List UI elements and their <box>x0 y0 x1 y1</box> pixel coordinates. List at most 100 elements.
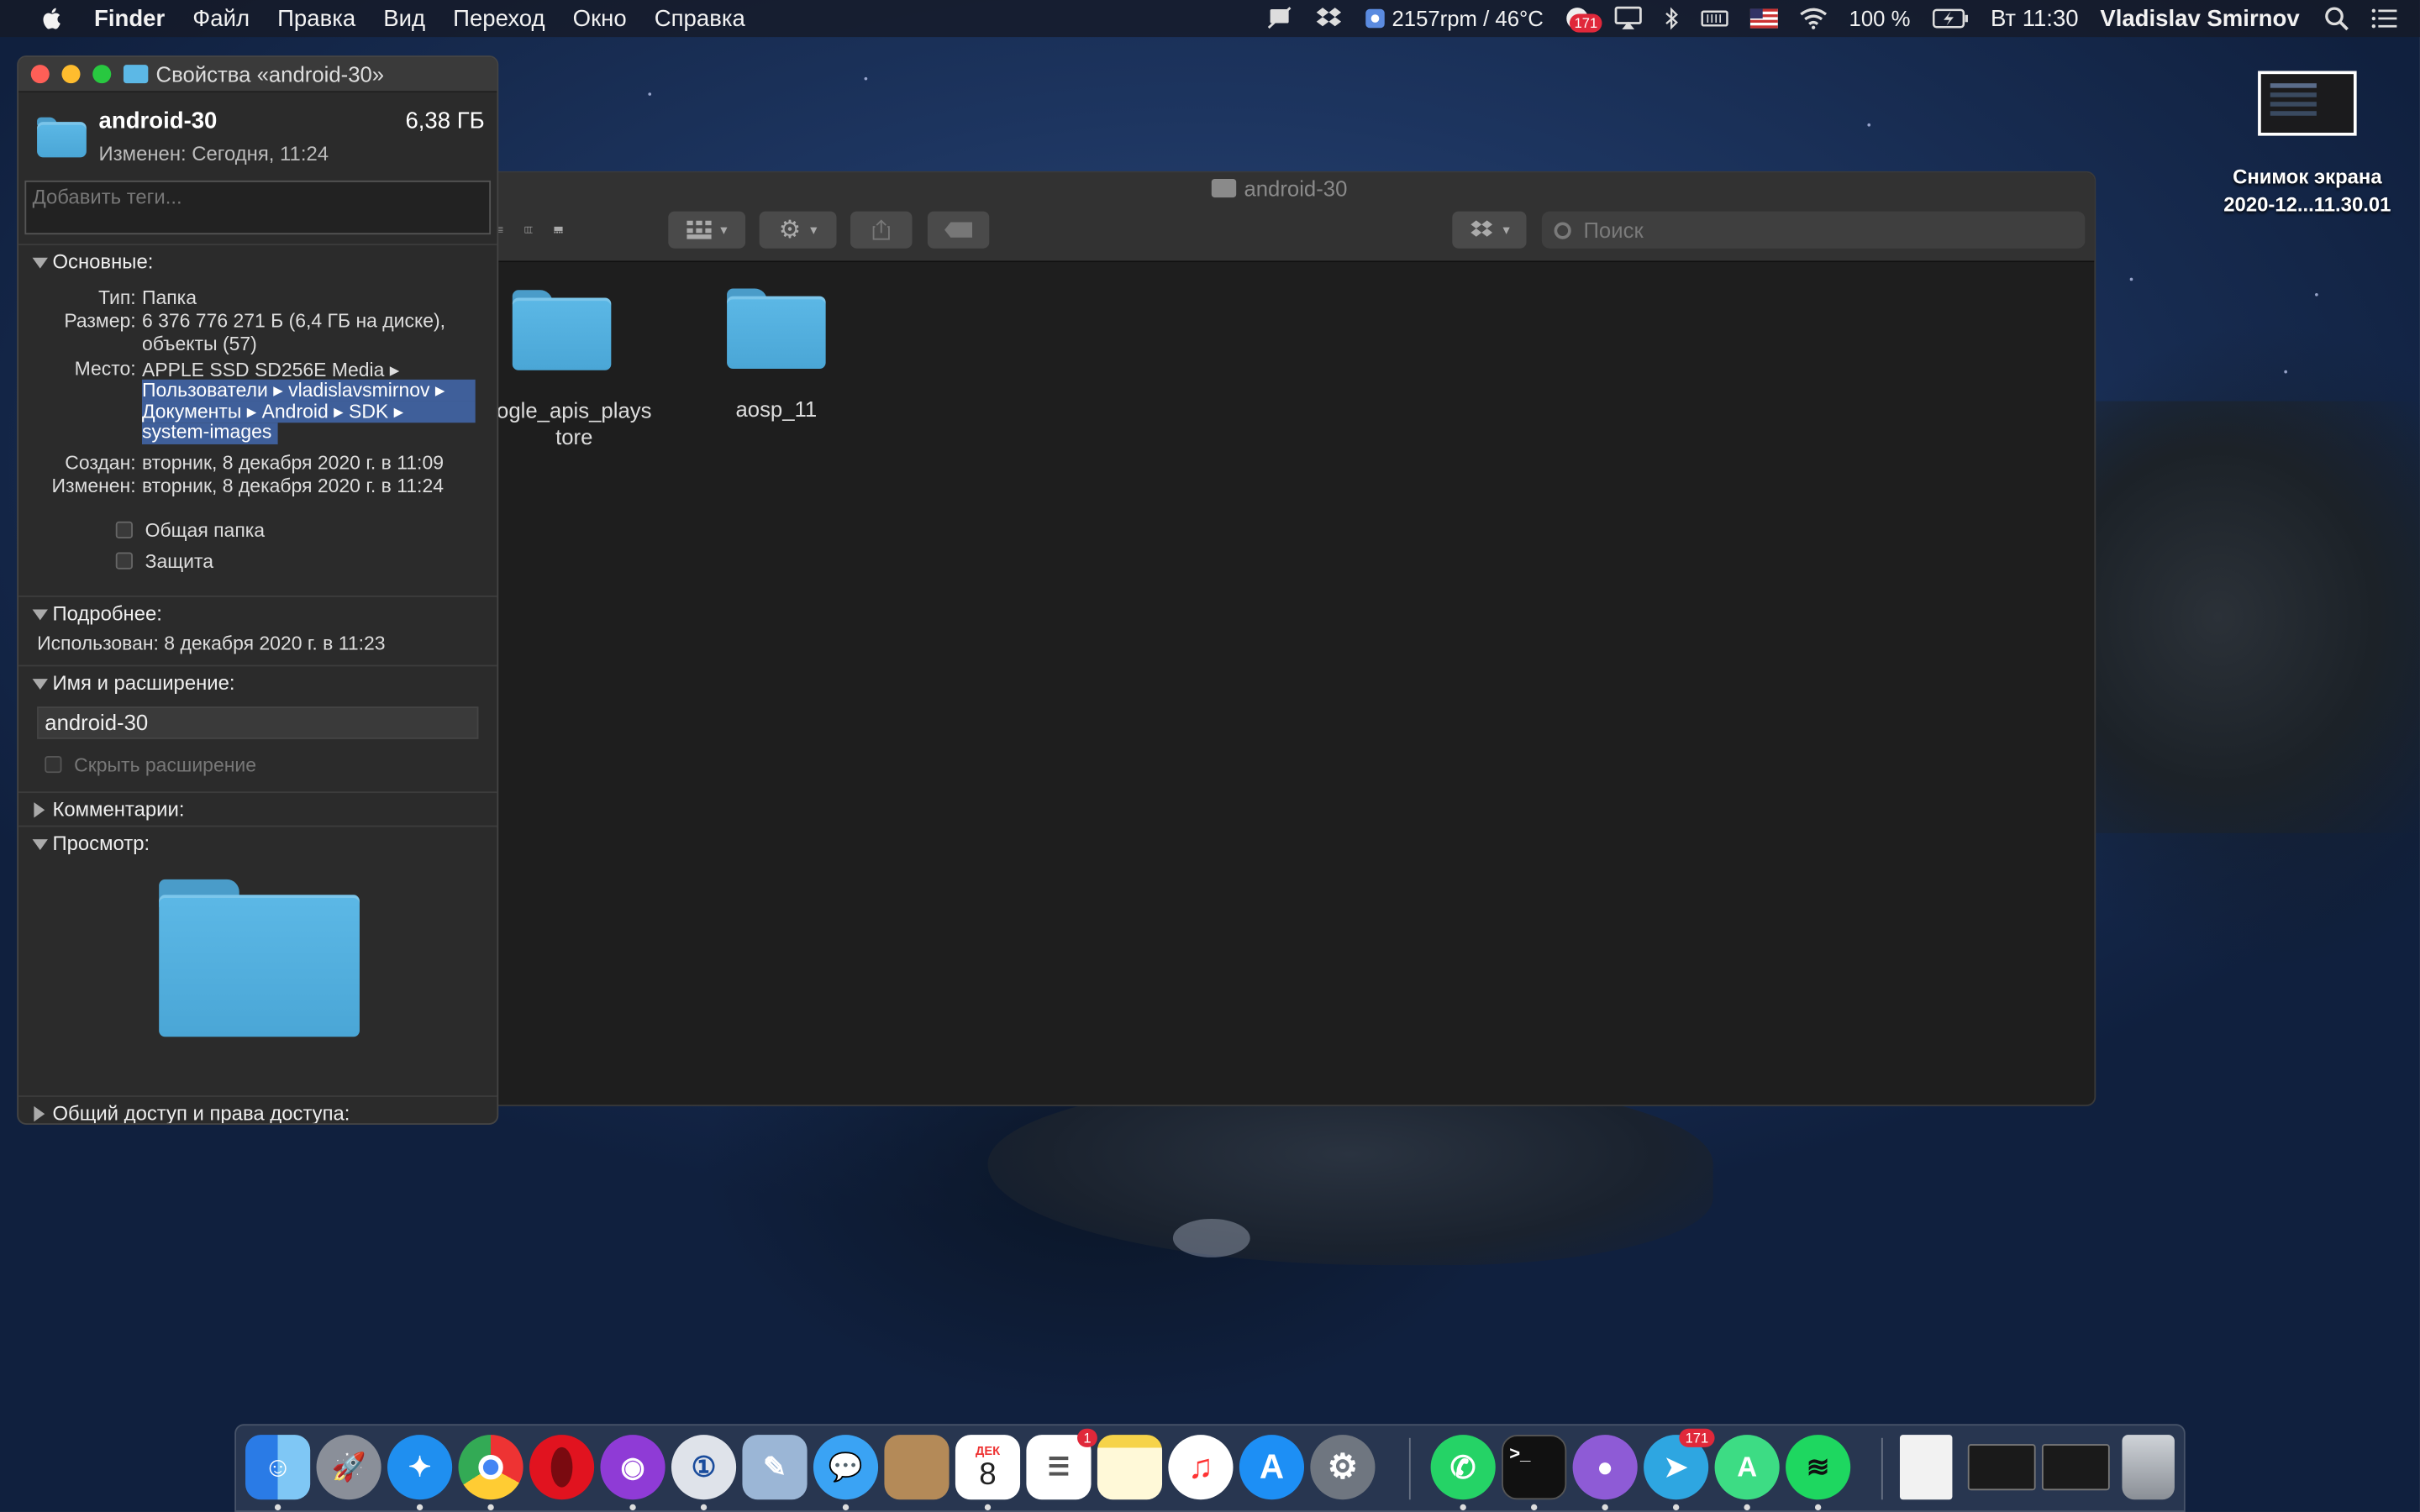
whatsapp-icon[interactable]: ✆ <box>1430 1435 1496 1500</box>
apple-icon[interactable] <box>34 6 67 30</box>
comments-section-header[interactable]: Комментарии: <box>18 793 497 827</box>
size-value: 6 376 776 271 Б (6,4 ГБ на диске), <box>141 310 446 332</box>
minimize-button[interactable] <box>61 65 81 84</box>
calendar-day: 8 <box>979 1457 997 1492</box>
section-title: Общий доступ и права доступа: <box>52 1101 350 1125</box>
podcasts-icon[interactable]: ◉ <box>600 1435 666 1500</box>
name-extension-section-header[interactable]: Имя и расширение: <box>18 666 497 700</box>
where-path-selection[interactable]: Пользователи ▸ vladislavsmirnov ▸ Докуме… <box>141 378 476 444</box>
reminders-icon[interactable]: ☰ 1 <box>1026 1428 1097 1500</box>
name-field[interactable]: android-30 <box>37 706 479 739</box>
dock-separator <box>1408 1437 1411 1500</box>
type-value: Папка <box>141 286 197 309</box>
menu-edit[interactable]: Правка <box>277 5 355 31</box>
menu-app-finder[interactable]: Finder <box>94 5 165 31</box>
running-indicator <box>700 1504 708 1511</box>
messages-icon[interactable]: 💬 <box>813 1435 879 1500</box>
folder-preview-icon <box>159 879 360 1037</box>
clock[interactable]: Вт 11:30 <box>1991 5 2079 31</box>
screenshot-icon[interactable] <box>1967 1444 2036 1491</box>
locked-checkbox[interactable] <box>115 552 133 570</box>
preview-section-header[interactable]: Просмотр: <box>18 827 497 860</box>
music-icon[interactable]: ♫ <box>1168 1435 1234 1500</box>
folder-icon <box>727 288 826 369</box>
us-flag-icon[interactable] <box>1749 6 1779 30</box>
notifications-off-icon[interactable] <box>1265 6 1293 30</box>
more-info-section: Подробнее: Использован: 8 декабря 2020 г… <box>18 595 497 665</box>
tags-input[interactable]: Добавить теги... <box>24 180 492 235</box>
chrome-icon[interactable] <box>458 1435 523 1500</box>
document-icon[interactable] <box>1899 1435 1953 1500</box>
menu-view[interactable]: Вид <box>383 5 425 31</box>
preview-icon[interactable]: ✎ <box>742 1435 808 1500</box>
gallery-view-icon[interactable] <box>555 221 564 239</box>
folder-icon <box>123 65 149 84</box>
1password-icon[interactable]: ① <box>671 1435 737 1500</box>
shared-folder-checkbox[interactable] <box>115 521 133 539</box>
hide-extension-row[interactable]: Скрыть расширение <box>45 754 256 776</box>
finder-window: android-30 ▾ ⚙ ▾ ▾ Поиск ogle_apis_plays… <box>463 171 2096 1106</box>
telegram-icon[interactable]: ➤ 171 <box>1644 1428 1715 1500</box>
sharing-section-header[interactable]: Общий доступ и права доступа: <box>18 1097 497 1125</box>
group-by-button[interactable]: ▾ <box>668 211 746 249</box>
share-button[interactable] <box>850 211 913 249</box>
shared-folder-checkbox-row[interactable]: Общая папка <box>115 520 265 542</box>
hide-extension-checkbox[interactable] <box>45 755 62 774</box>
running-indicator <box>416 1504 424 1511</box>
battery-percent[interactable]: 100 % <box>1849 6 1911 30</box>
appstore-icon[interactable]: A <box>1239 1435 1305 1500</box>
zoom-button[interactable] <box>92 65 112 84</box>
battery-charging-icon[interactable] <box>1932 6 1969 30</box>
airplay-icon[interactable] <box>1614 6 1642 30</box>
contacts-icon[interactable] <box>884 1435 950 1500</box>
android-studio-icon[interactable]: A <box>1714 1435 1780 1500</box>
trash-icon[interactable] <box>2122 1435 2175 1500</box>
tags-button[interactable] <box>927 211 990 249</box>
menu-file[interactable]: Файл <box>192 5 250 31</box>
chevron-down-icon: ▾ <box>810 221 818 237</box>
calendar-month: ДЕК <box>975 1443 1001 1457</box>
notification-center-icon[interactable] <box>2370 6 2398 30</box>
finder-icon[interactable]: ☺ <box>245 1435 311 1500</box>
user-name[interactable]: Vladislav Smirnov <box>2100 5 2299 31</box>
memory-icon[interactable] <box>1701 6 1728 30</box>
menu-window[interactable]: Окно <box>573 5 627 31</box>
section-title: Имя и расширение: <box>52 670 235 695</box>
safari-icon[interactable]: ✦ <box>387 1435 453 1500</box>
folder-item-aosp-11[interactable]: aosp_11 <box>684 288 869 423</box>
desktop-screenshot-file[interactable]: Снимок экрана 2020-12...11.30.01 <box>2207 71 2407 218</box>
spotlight-search-icon[interactable] <box>2324 6 2349 31</box>
running-indicator <box>629 1504 636 1511</box>
close-button[interactable] <box>30 65 50 84</box>
dropbox-button[interactable]: ▾ <box>1452 211 1527 249</box>
launchpad-icon[interactable]: 🚀 <box>316 1435 381 1500</box>
bluetooth-icon[interactable] <box>1664 6 1679 30</box>
fan-monitor[interactable]: 2157rpm / 46°C <box>1364 6 1544 31</box>
gear-icon: ⚙ <box>778 217 802 244</box>
desktop-file-name-line1: Снимок экрана <box>2233 165 2382 189</box>
menu-bar: Finder Файл Правка Вид Переход Окно Спра… <box>0 0 2420 38</box>
search-field[interactable]: Поиск <box>1541 211 2086 249</box>
menu-help[interactable]: Справка <box>655 5 745 31</box>
wifi-icon[interactable] <box>1800 6 1828 30</box>
opera-icon[interactable] <box>529 1435 595 1500</box>
where-path-line: Пользователи ▸ vladislavsmirnov ▸ <box>141 379 445 402</box>
window-icon[interactable] <box>2041 1444 2110 1491</box>
terminal-icon[interactable]: >_ <box>1502 1435 1567 1500</box>
calendar-icon[interactable]: ДЕК 8 <box>955 1435 1021 1500</box>
wave-foam <box>1172 1218 1250 1257</box>
spotify-icon[interactable]: ≋ <box>1786 1435 1851 1500</box>
badge-app[interactable]: 171 <box>1565 6 1602 33</box>
menu-go[interactable]: Переход <box>453 5 544 31</box>
modified-value: вторник, 8 декабря 2020 г. в 11:24 <box>141 475 444 497</box>
system-preferences-icon[interactable]: ⚙ <box>1310 1435 1376 1500</box>
general-section-header[interactable]: Основные: <box>18 245 497 279</box>
action-button[interactable]: ⚙ ▾ <box>759 211 837 249</box>
github-icon[interactable]: ● <box>1572 1435 1638 1500</box>
more-info-section-header[interactable]: Подробнее: <box>18 597 497 631</box>
dropbox-icon[interactable] <box>1315 6 1343 30</box>
notes-icon[interactable] <box>1097 1435 1163 1500</box>
column-view-icon[interactable] <box>524 221 534 239</box>
locked-checkbox-row[interactable]: Защита <box>115 551 213 572</box>
star <box>2315 292 2318 297</box>
